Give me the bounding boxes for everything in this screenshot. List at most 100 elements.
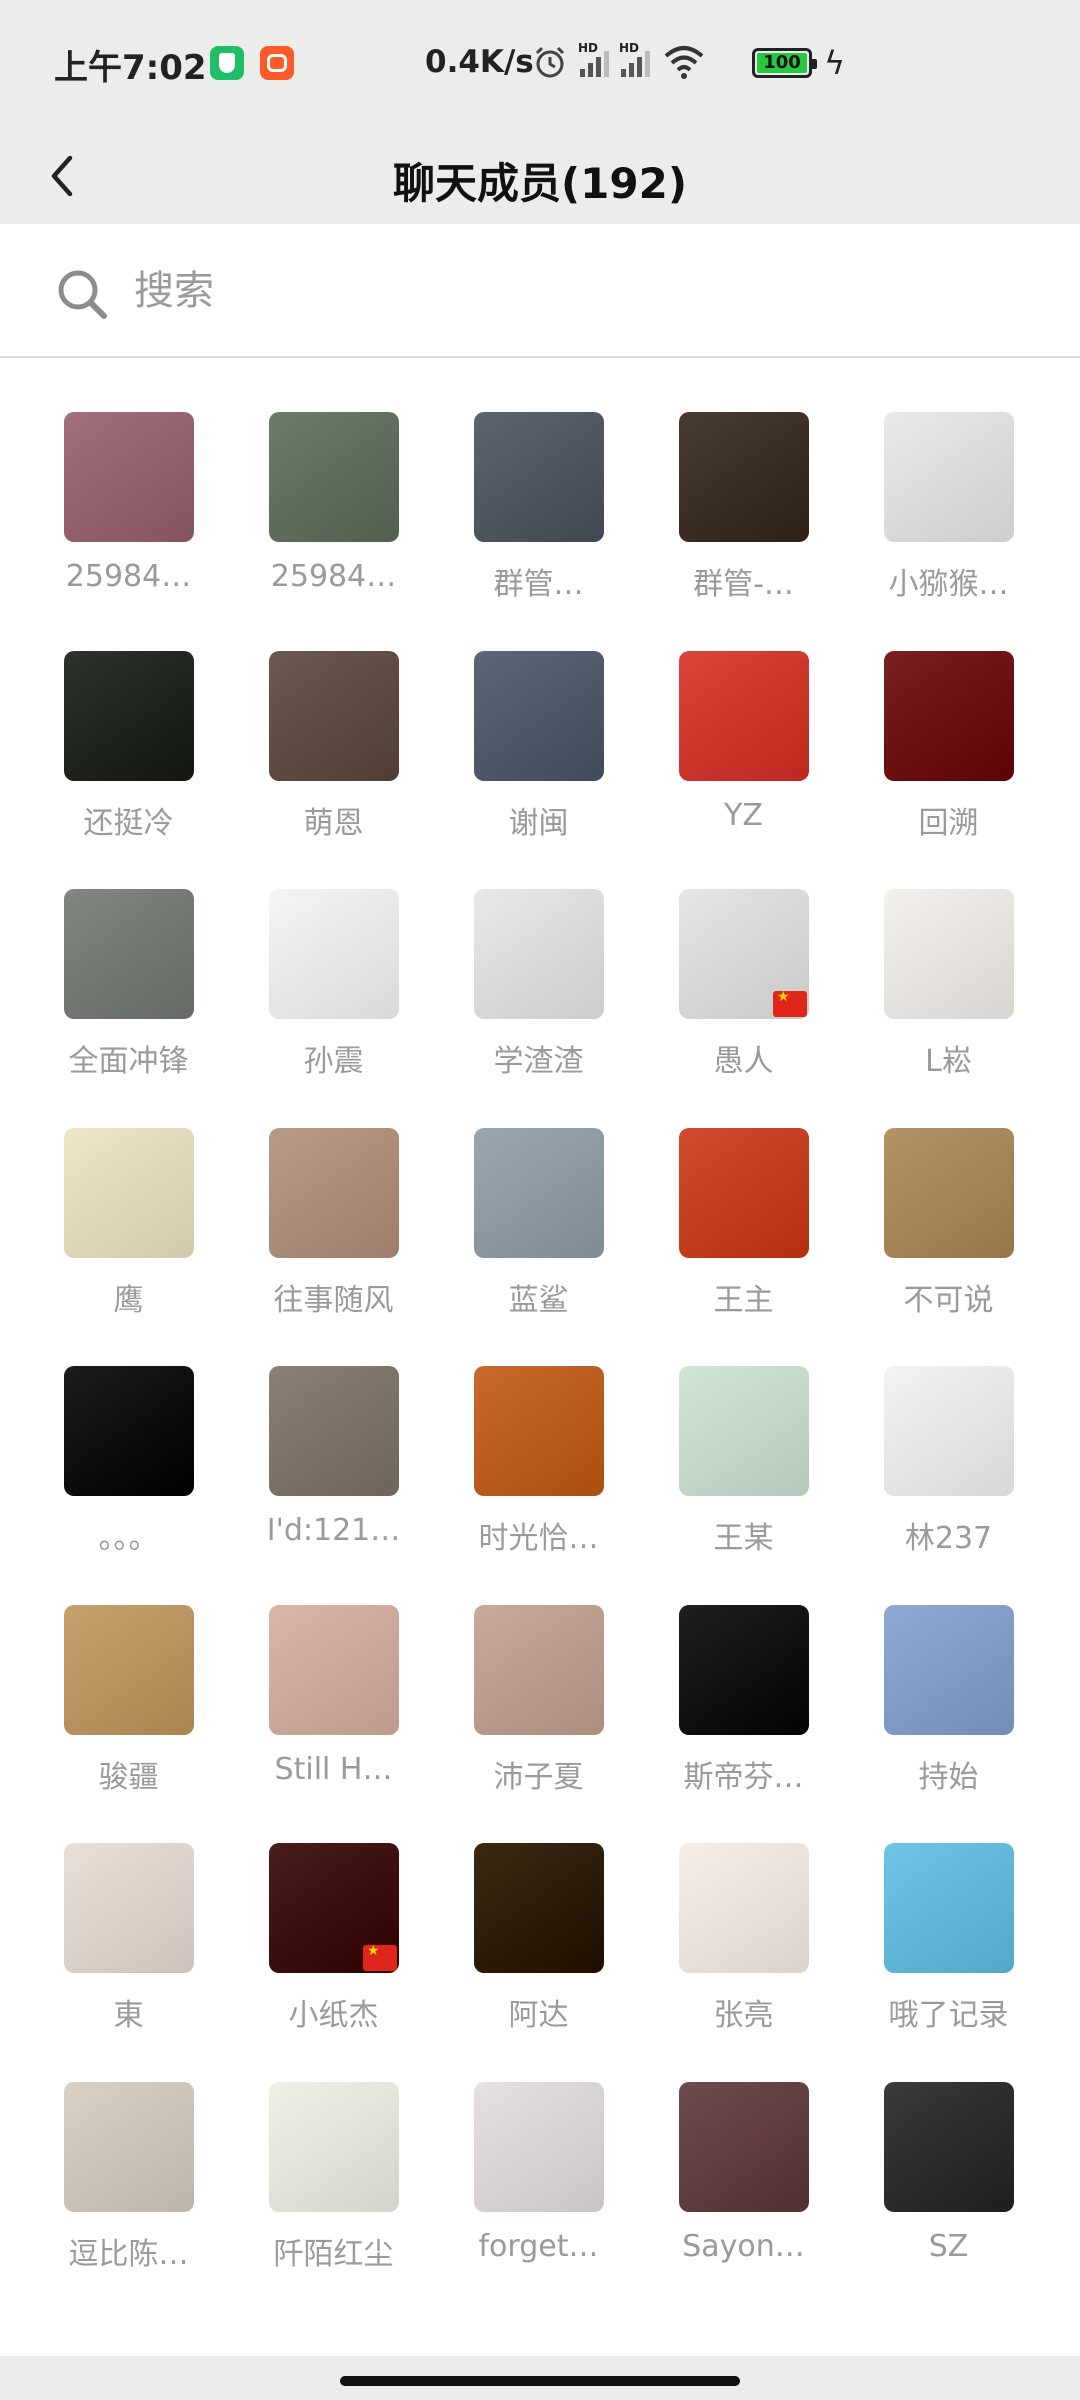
member-avatar	[64, 1366, 194, 1496]
member-item[interactable]: 不可说	[846, 1127, 1051, 1328]
member-item[interactable]: 张亮	[641, 1843, 846, 2043]
member-item[interactable]: 群管…	[436, 412, 641, 612]
member-item[interactable]: 林237	[846, 1366, 1051, 1566]
member-avatar	[679, 2081, 809, 2212]
member-avatar	[474, 412, 604, 542]
member-item[interactable]: 王某	[641, 1366, 846, 1566]
member-item[interactable]: 往事随风	[231, 1127, 436, 1328]
member-item[interactable]: 萌恩	[231, 650, 436, 851]
member-item[interactable]: 阿达	[436, 1843, 641, 2043]
member-item[interactable]: 斯帝芬…	[641, 1604, 846, 1805]
member-item[interactable]: 持始	[846, 1604, 1051, 1805]
member-name: 小纸杰	[288, 1998, 379, 2033]
member-name: 逗比陈…	[68, 2236, 189, 2272]
member-avatar	[269, 1604, 399, 1735]
member-name: 张亮	[713, 1998, 774, 2033]
member-name: SZ	[928, 2228, 969, 2264]
page-title: 聊天成员(192)	[392, 159, 688, 208]
member-item[interactable]: 学渣渣	[436, 889, 641, 1089]
member-avatar	[474, 2081, 604, 2212]
member-item[interactable]: 阡陌红尘	[231, 2081, 436, 2282]
member-avatar	[269, 889, 399, 1019]
member-avatar	[679, 889, 809, 1019]
member-item[interactable]: 小猕猴…	[846, 412, 1051, 612]
member-item[interactable]: 愚人	[641, 889, 846, 1089]
member-item[interactable]: 时光恰…	[436, 1366, 641, 1566]
member-name: 孙震	[303, 1044, 364, 1079]
member-avatar	[474, 1127, 604, 1258]
member-item[interactable]: L崧	[846, 889, 1051, 1089]
member-item[interactable]: 東	[26, 1843, 231, 2043]
member-item[interactable]: Sayon…	[641, 2081, 846, 2282]
battery-icon: 100	[752, 48, 817, 78]
member-name: Still H…	[274, 1751, 393, 1787]
member-avatar	[679, 1604, 809, 1735]
member-item[interactable]: 全面冲锋	[26, 889, 231, 1089]
member-item[interactable]: forget…	[436, 2081, 641, 2282]
member-name: I'd:121…	[266, 1513, 401, 1548]
status-bar: 上午7:02 0.4K/s HD HD 100 ϟ	[0, 0, 1080, 128]
member-name: 東	[113, 1998, 144, 2033]
status-time: 上午7:02	[54, 48, 207, 88]
member-item[interactable]: 蓝鲨	[436, 1127, 641, 1328]
charging-icon: ϟ	[824, 44, 846, 82]
member-name: 。。。	[98, 1521, 159, 1556]
member-item[interactable]: 哦了记录	[846, 1843, 1051, 2043]
member-avatar	[474, 1843, 604, 1973]
member-name: 谢闽	[508, 805, 569, 841]
member-name: 往事随风	[273, 1282, 394, 1318]
member-avatar	[679, 650, 809, 781]
member-item[interactable]: 王主	[641, 1127, 846, 1328]
member-name: 鹰	[113, 1282, 144, 1318]
member-name: 25984…	[65, 559, 192, 594]
member-item[interactable]: YZ	[641, 650, 846, 851]
member-item[interactable]: 逗比陈…	[26, 2081, 231, 2282]
member-avatar	[474, 1366, 604, 1496]
member-name: 还挺冷	[83, 805, 174, 841]
member-item[interactable]: 孙震	[231, 889, 436, 1089]
member-item[interactable]: 骏疆	[26, 1604, 231, 1805]
search-input[interactable]	[132, 250, 1016, 332]
member-name: 骏疆	[98, 1759, 159, 1795]
home-gesture-handle[interactable]	[340, 2376, 740, 2386]
member-item[interactable]: 还挺冷	[26, 650, 231, 851]
member-item[interactable]: 沛子夏	[436, 1604, 641, 1805]
wifi-icon	[664, 46, 704, 79]
member-avatar	[884, 889, 1014, 1019]
flag-badge-icon	[773, 989, 807, 1017]
member-name: 不可说	[903, 1282, 994, 1318]
member-name: L崧	[925, 1044, 972, 1079]
battery-level: 100	[763, 52, 801, 73]
member-name: 王某	[713, 1521, 774, 1556]
member-item[interactable]: 小纸杰	[231, 1843, 436, 2043]
member-avatar	[884, 650, 1014, 781]
member-avatar	[269, 650, 399, 781]
member-item[interactable]: 群管-…	[641, 412, 846, 612]
member-avatar	[679, 1843, 809, 1973]
member-avatar	[679, 1366, 809, 1496]
member-name: 蓝鲨	[508, 1282, 569, 1318]
member-item[interactable]: 鹰	[26, 1127, 231, 1328]
member-item[interactable]: Still H…	[231, 1604, 436, 1805]
member-name: 回溯	[918, 805, 979, 841]
member-name: 沛子夏	[493, 1759, 584, 1795]
member-avatar	[269, 1843, 399, 1973]
member-item[interactable]: 25984…	[231, 412, 436, 612]
search-bar	[0, 224, 1080, 358]
signal-hd-icon: HD	[619, 41, 650, 77]
member-avatar	[679, 412, 809, 542]
member-avatar	[884, 2081, 1014, 2212]
member-item[interactable]: I'd:121…	[231, 1366, 436, 1566]
member-name: 愚人	[713, 1044, 774, 1079]
member-avatar	[64, 1604, 194, 1735]
app-video-icon	[260, 46, 294, 80]
member-item[interactable]: 回溯	[846, 650, 1051, 851]
member-name: YZ	[724, 797, 763, 833]
member-item[interactable]: 。。。	[26, 1366, 231, 1566]
member-item[interactable]: 谢闽	[436, 650, 641, 851]
member-name: 小猕猴…	[888, 567, 1009, 602]
member-item[interactable]: SZ	[846, 2081, 1051, 2282]
member-avatar	[474, 1604, 604, 1735]
member-name: 林237	[904, 1521, 993, 1556]
member-item[interactable]: 25984…	[26, 412, 231, 612]
